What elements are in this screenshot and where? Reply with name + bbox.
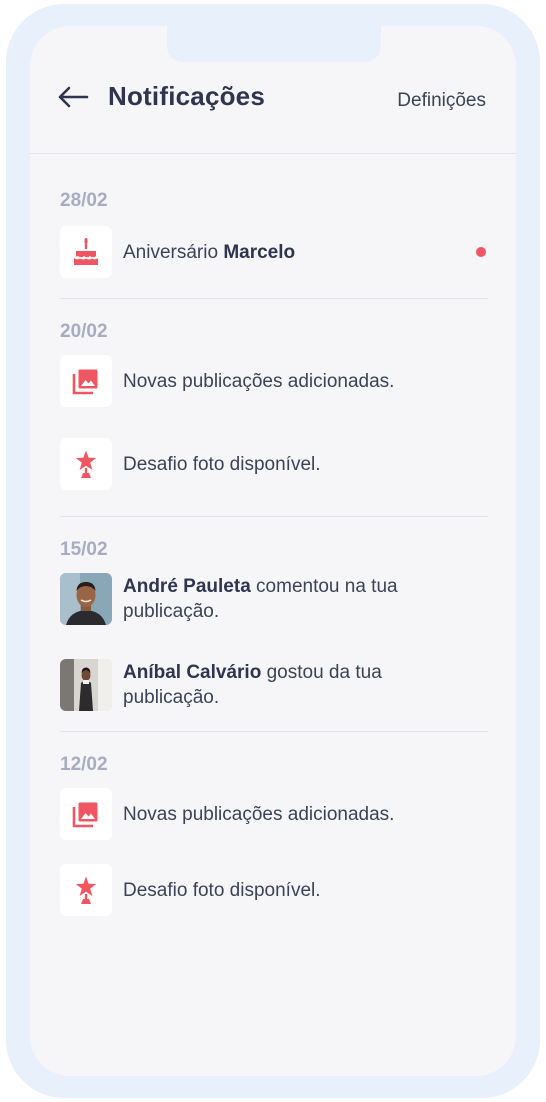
notification-item[interactable]: Novas publicações adicionadas.: [60, 788, 488, 840]
icon-box: [60, 226, 112, 278]
notification-item[interactable]: Novas publicações adicionadas.: [60, 355, 488, 407]
avatar: [60, 573, 112, 625]
date-label: 28/02: [60, 190, 108, 211]
notification-text: Novas publicações adicionadas.: [123, 803, 395, 825]
notification-text: Desafio foto disponível.: [123, 453, 321, 475]
date-label: 12/02: [60, 754, 108, 775]
user-name[interactable]: Aníbal Calvário: [123, 662, 261, 683]
user-name: Marcelo: [223, 241, 296, 263]
date-label: 15/02: [60, 539, 108, 560]
date-label: 20/02: [60, 321, 108, 342]
user-name[interactable]: André Pauleta: [123, 576, 251, 597]
text-prefix: Aniversário: [123, 241, 224, 263]
birthday-cake-icon: [74, 238, 98, 265]
icon-box: [60, 788, 112, 840]
screen: Notificações Definições 28/02 Aniversári…: [30, 26, 516, 1076]
app-header: Notificações Definições: [30, 26, 516, 154]
notification-item[interactable]: André Pauleta comentou na tua publicação…: [60, 573, 488, 625]
notification-group: 15/02 André Pauleta comentou na tua publ…: [60, 516, 488, 731]
notification-text: Aníbal Calvário gostou da tua publicação…: [123, 660, 463, 710]
photo-library-icon: [72, 802, 98, 828]
notification-text: André Pauleta comentou na tua publicação…: [123, 574, 463, 624]
icon-box: [60, 438, 112, 490]
notifications-list: 28/02 Aniversário Marcelo 20/02 Novas pu…: [60, 154, 488, 916]
photo-library-icon: [72, 369, 98, 395]
avatar: [60, 659, 112, 711]
page-title: Notificações: [108, 81, 266, 111]
unread-dot: [476, 247, 486, 257]
phone-frame: Notificações Definições 28/02 Aniversári…: [6, 4, 540, 1098]
notification-group: 12/02 Novas publicações adicionadas. Des…: [60, 731, 488, 916]
notification-item[interactable]: Aníbal Calvário gostou da tua publicação…: [60, 659, 488, 711]
settings-link[interactable]: Definições: [397, 90, 486, 112]
back-button[interactable]: [56, 84, 90, 110]
notification-item[interactable]: Desafio foto disponível.: [60, 864, 488, 916]
icon-box: [60, 864, 112, 916]
arrow-left-icon: [58, 86, 89, 108]
notification-text: Desafio foto disponível.: [123, 879, 321, 901]
notification-group: 28/02 Aniversário Marcelo: [60, 154, 488, 298]
icon-box: [60, 355, 112, 407]
notification-item[interactable]: Desafio foto disponível.: [60, 438, 488, 490]
notification-group: 20/02 Novas publicações adicionadas. Des…: [60, 298, 488, 516]
notification-text: Aniversário Marcelo: [123, 240, 463, 265]
star-trophy-icon: [75, 876, 97, 904]
notification-text: Novas publicações adicionadas.: [123, 370, 395, 392]
star-trophy-icon: [75, 450, 97, 478]
notification-item[interactable]: Aniversário Marcelo: [60, 226, 488, 278]
